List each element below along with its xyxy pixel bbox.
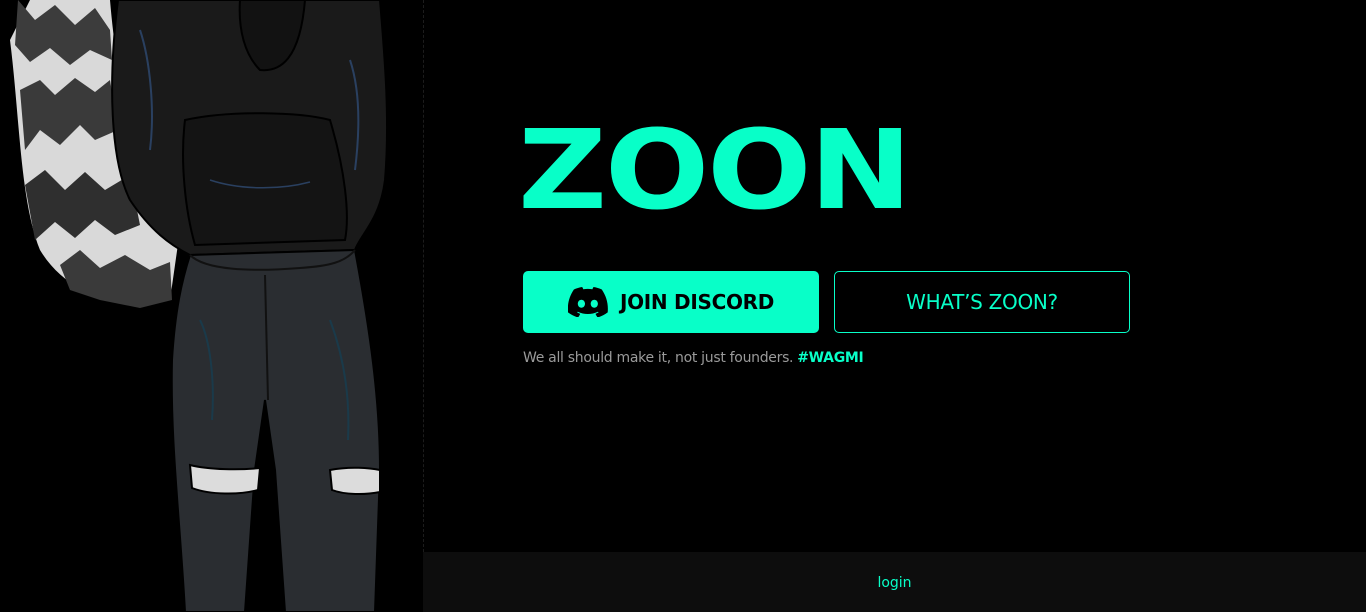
discord-icon bbox=[567, 287, 608, 318]
tagline: We all should make it, not just founders… bbox=[523, 350, 864, 366]
join-discord-label: JOIN DISCORD bbox=[619, 290, 775, 314]
panel-divider bbox=[423, 0, 424, 552]
footer-bar: login bbox=[423, 552, 1366, 612]
logo-text: ZOON bbox=[522, 112, 910, 212]
join-discord-button[interactable]: JOIN DISCORD bbox=[523, 271, 819, 333]
tagline-text: We all should make it, not just founders… bbox=[523, 350, 794, 366]
character-illustration bbox=[0, 0, 423, 612]
whats-zoon-label: WHAT’S ZOON? bbox=[906, 290, 1058, 314]
zoon-logo: ZOON bbox=[518, 106, 922, 234]
hoodie bbox=[111, 0, 389, 257]
login-link[interactable]: login bbox=[877, 575, 911, 591]
jeans bbox=[170, 248, 382, 612]
wagmi-hashtag: #WAGMI bbox=[797, 350, 864, 366]
landing-page: ZOON JOIN DISCORD WHAT’S ZOON? We all sh… bbox=[0, 0, 1366, 612]
whats-zoon-button[interactable]: WHAT’S ZOON? bbox=[834, 271, 1130, 333]
